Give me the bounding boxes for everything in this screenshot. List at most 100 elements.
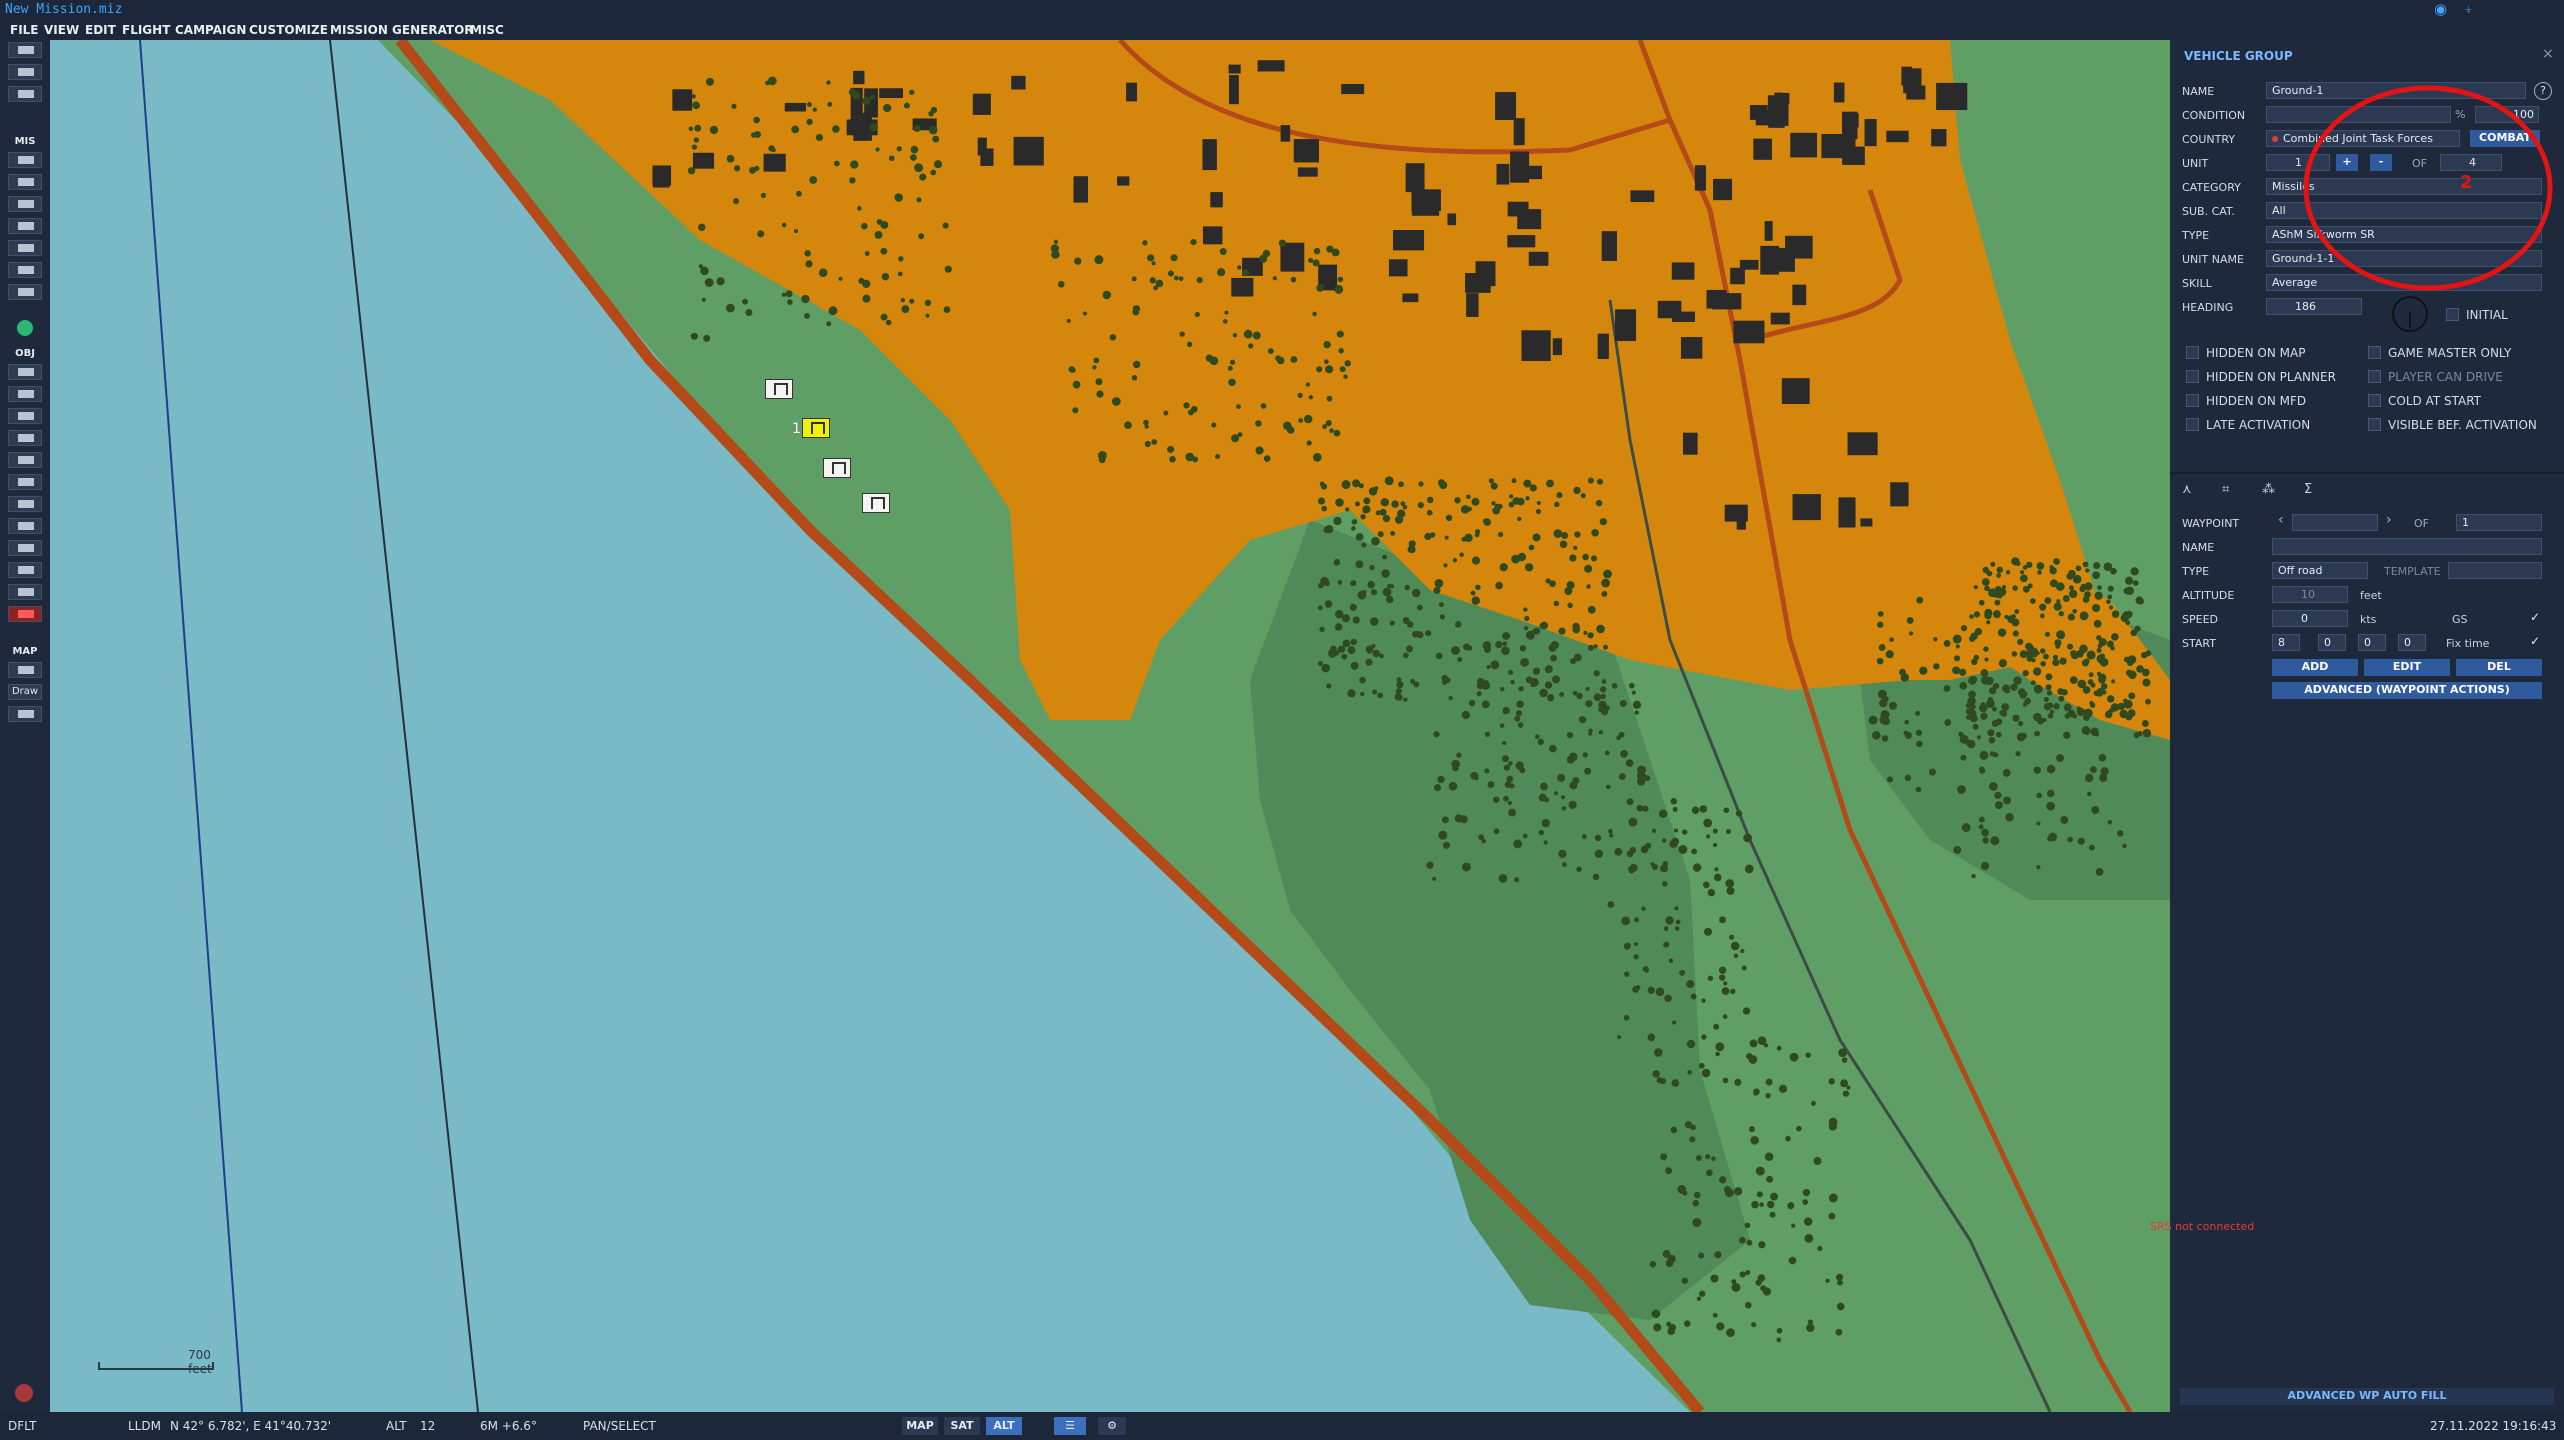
menu-mission-generator[interactable]: MISSION GENERATOR [330,23,474,37]
resource-manager-button[interactable] [8,240,42,256]
add-zone-button[interactable] [8,496,42,512]
add-inits-button[interactable] [8,562,42,578]
edit-waypoint-button[interactable]: EDIT [2364,659,2450,676]
coord-mode-select[interactable]: LLDM [128,1419,161,1433]
tree [2060,816,2066,821]
wp-name-input[interactable] [2272,538,2542,555]
triggers-button[interactable] [8,218,42,234]
tree [1978,599,1985,606]
add-waypoint-button[interactable]: ADD [2272,659,2358,676]
close-panel-button[interactable]: × [2542,46,2554,62]
late-activation-checkbox[interactable] [2186,418,2199,431]
menu-file[interactable]: FILE [10,23,39,37]
building [1860,518,1873,527]
game-master-only-checkbox[interactable] [2368,346,2381,359]
menu-flight[interactable]: FLIGHT [122,23,170,37]
start-minutes-input[interactable]: 0 [2318,634,2346,651]
heading-dial[interactable] [2392,296,2428,332]
tree [1167,270,1175,277]
tree [1701,1068,1711,1078]
target-icon[interactable]: ⌗ [2222,482,2229,497]
tree [1540,782,1548,791]
map-view[interactable]: 1 700 feet [50,40,2170,1412]
tree [1592,873,1600,881]
speed-stepper[interactable]: 0 [2272,610,2348,627]
options-button[interactable] [8,284,42,300]
add-ship-button[interactable] [8,430,42,446]
add-bullseye-button[interactable] [8,518,42,534]
summary-icon[interactable]: Σ [2304,482,2312,497]
alt-mode-button[interactable]: ALT [986,1417,1022,1435]
menu-campaign[interactable]: CAMPAIGN [175,23,246,37]
start-days-input[interactable]: 0 [2398,634,2426,651]
wp-type-select[interactable]: Off road [2272,562,2368,579]
fly-mission-button[interactable] [17,320,33,336]
menu-customize[interactable]: CUSTOMIZE [249,23,328,37]
cold-at-start-checkbox[interactable] [2368,394,2381,407]
record-icon[interactable] [15,1384,33,1402]
next-waypoint-icon[interactable]: › [2386,512,2392,528]
advanced-wp-auto-fill-button[interactable]: ADVANCED WP AUTO FILL [2180,1388,2554,1405]
fix-time-checkbox[interactable]: ✓ [2530,634,2540,648]
tree [1560,795,1566,800]
tree [1980,861,1990,871]
unit-marker[interactable] [765,379,793,399]
hidden-on-mfd-checkbox[interactable] [2186,394,2199,407]
layers-button[interactable]: ☰ [1054,1417,1086,1435]
menu-edit[interactable]: EDIT [85,23,116,37]
delete-object-button[interactable] [8,606,42,622]
profile-select[interactable]: DFLT [8,1419,37,1433]
tree [2002,768,2011,777]
tree [1877,621,1884,628]
weather-button[interactable] [8,174,42,190]
add-navpoint-button[interactable] [8,540,42,556]
start-hours-input[interactable]: 8 [2272,634,2300,651]
goals-button[interactable] [8,196,42,212]
visible-before-activation-checkbox[interactable] [2368,418,2381,431]
triggered-actions-icon[interactable]: ⁂ [2262,482,2275,497]
check-button[interactable] [8,262,42,278]
gs-checkbox[interactable]: ✓ [2530,610,2540,624]
unit-marker[interactable] [823,458,851,478]
waypoint-select[interactable] [2292,514,2378,531]
tree [732,198,740,205]
tree [861,222,868,230]
shapes-button[interactable] [8,584,42,600]
altitude-stepper[interactable]: 10 [2272,586,2348,603]
selected-unit-marker[interactable] [802,418,830,438]
unit-marker[interactable] [862,493,890,513]
tree [1887,776,1893,783]
delete-waypoint-button[interactable]: DEL [2456,659,2542,676]
new-mission-button[interactable] [8,42,42,58]
tree [2046,690,2053,696]
tree [1357,590,1367,600]
tree [2000,710,2008,717]
hidden-on-planner-checkbox[interactable] [2186,370,2199,383]
ruler-button[interactable] [8,706,42,722]
add-ground-vehicle-button[interactable] [8,408,42,424]
save-mission-button[interactable] [8,86,42,102]
add-plane-button[interactable] [8,364,42,380]
advanced-waypoint-actions-button[interactable]: ADVANCED (WAYPOINT ACTIONS) [2272,682,2542,699]
add-static-button[interactable] [8,452,42,468]
sat-mode-button[interactable]: SAT [944,1417,980,1435]
hidden-on-map-checkbox[interactable] [2186,346,2199,359]
draw-button[interactable]: Draw [8,684,42,700]
route-icon[interactable]: ⋏ [2182,482,2192,497]
heading-stepper[interactable]: 186 [2266,298,2362,315]
player-can-drive-checkbox[interactable] [2368,370,2381,383]
menu-misc[interactable]: MISC [470,23,504,37]
initial-checkbox[interactable] [2446,308,2459,321]
briefing-button[interactable] [8,152,42,168]
add-helicopter-button[interactable] [8,386,42,402]
map-mode-button[interactable]: MAP [902,1417,938,1435]
start-seconds-input[interactable]: 0 [2358,634,2386,651]
settings-button[interactable]: ⚙ [1098,1417,1126,1435]
prev-waypoint-icon[interactable]: ‹ [2278,512,2284,528]
menu-view[interactable]: VIEW [44,23,79,37]
measure-button[interactable] [8,662,42,678]
add-template-button[interactable] [8,474,42,490]
tree [1904,719,1910,725]
template-select[interactable] [2448,562,2542,579]
open-mission-button[interactable] [8,64,42,80]
